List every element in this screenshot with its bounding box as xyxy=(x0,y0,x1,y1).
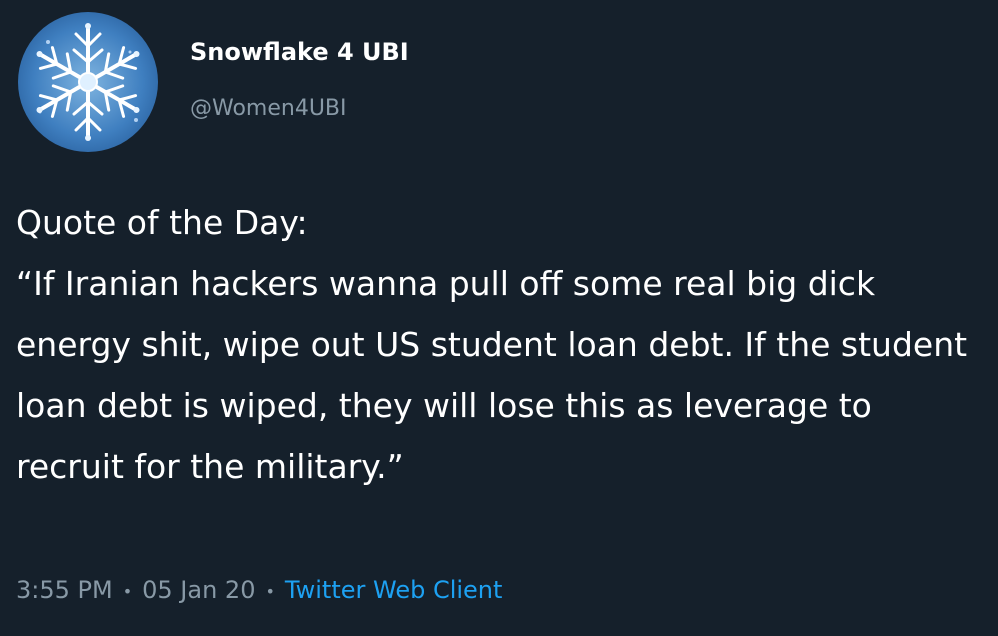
tweet-text-line: Quote of the Day: xyxy=(16,203,308,242)
dot-separator: • xyxy=(265,581,275,601)
display-name[interactable]: Snowflake 4 UBI xyxy=(190,38,409,66)
user-handle[interactable]: @Women4UBI xyxy=(190,96,409,121)
tweet-text: Quote of the Day: “If Iranian hackers wa… xyxy=(16,192,986,497)
tweet-text-line: “If Iranian hackers wanna pull off some … xyxy=(16,264,968,486)
tweet-meta: 3:55 PM • 05 Jan 20 • Twitter Web Client xyxy=(16,576,502,604)
dot-separator: • xyxy=(122,581,133,601)
tweet-card: Snowflake 4 UBI @Women4UBI Quote of the … xyxy=(0,0,998,636)
tweet-header: Snowflake 4 UBI @Women4UBI xyxy=(18,12,918,152)
client-link[interactable]: Twitter Web Client xyxy=(285,576,503,604)
user-names: Snowflake 4 UBI @Women4UBI xyxy=(190,38,409,121)
snowflake-icon xyxy=(27,21,149,143)
avatar[interactable] xyxy=(18,12,158,152)
tweet-time[interactable]: 3:55 PM xyxy=(16,576,113,604)
tweet-date[interactable]: 05 Jan 20 xyxy=(142,576,255,604)
